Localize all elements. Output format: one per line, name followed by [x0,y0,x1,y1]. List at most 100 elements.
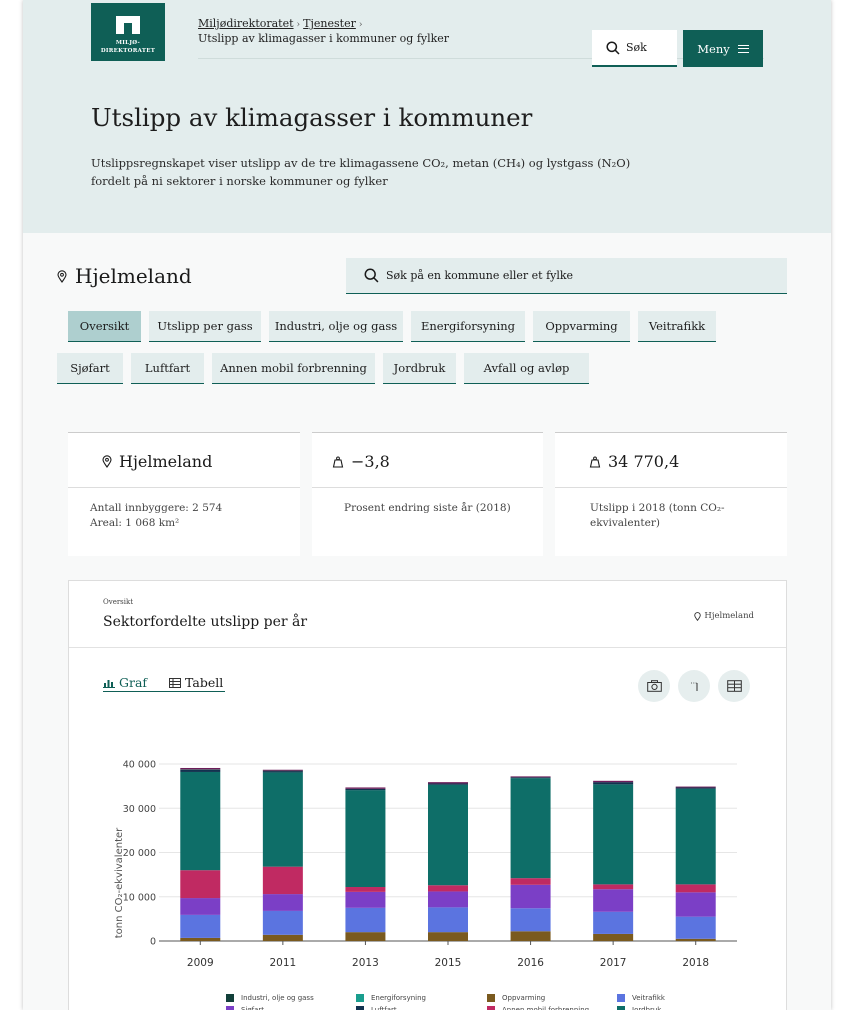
bar-segment[interactable] [428,932,468,941]
legend-item[interactable]: Oppvarming [487,994,545,1002]
bar-segment[interactable] [428,885,468,892]
bar-segment[interactable] [593,884,634,890]
y-axis-title-group: tonn CO₂-ekvivalenter [114,827,125,938]
y-tick-label: 10 000 [123,892,156,903]
bar-segment[interactable] [345,891,386,908]
bar-segment[interactable] [510,776,551,778]
legend-item[interactable]: Energiforsyning [356,994,426,1002]
bar-segment[interactable] [593,889,634,912]
legend-label: Oppvarming [502,994,546,1002]
tab-industri-olje-og-gass[interactable]: Industri, olje og gass [269,311,403,342]
location-pin-icon [102,455,112,468]
bar-segment[interactable] [345,887,386,892]
tab-annen-mobil-forbrenning[interactable]: Annen mobil forbrenning [212,353,375,384]
legend-item[interactable]: Veitrafikk [617,994,665,1002]
menu-button[interactable]: Meny [683,30,763,67]
stat-card-location-name: Hjelmeland [119,452,213,471]
legend-item[interactable]: Sjøfart [226,1006,264,1010]
bar-segment[interactable] [675,787,716,789]
bar-segment[interactable] [675,892,716,917]
bar-segment[interactable] [675,916,716,939]
search-button[interactable]: Søk [592,30,677,67]
bar-segment[interactable] [428,784,468,886]
emissions-value: 34 770,4 [608,452,680,471]
bar-segment[interactable] [345,790,386,888]
chart-panel: Oversikt Sektorfordelte utslipp per år H… [68,580,787,1010]
bar-segment[interactable] [593,782,634,785]
bar-segment[interactable] [180,771,221,871]
bar-segment[interactable] [510,777,551,779]
tab-utslipp-per-gass[interactable]: Utslipp per gass [149,311,261,342]
legend-swatch [487,994,495,1002]
bar-segment[interactable] [262,866,303,895]
bar-segment[interactable] [180,870,221,899]
bar-segment[interactable] [345,788,386,791]
y-tick-label: 0 [150,937,156,948]
tab-sjofart[interactable]: Sjøfart [57,353,123,384]
legend-swatch [487,1006,495,1010]
bar-segment[interactable] [428,907,468,933]
bar-segment[interactable] [510,878,551,885]
bar-segment[interactable] [510,778,551,879]
municipality-search-input[interactable]: Søk på en kommune eller et fylke [346,258,787,294]
legend-item[interactable]: Industri, olje og gass [226,994,314,1002]
bar-segment[interactable] [262,894,303,911]
bar-segment[interactable] [675,884,716,893]
bar-segment[interactable] [262,772,303,867]
bar-segment[interactable] [593,933,634,941]
tab-energiforsyning[interactable]: Energiforsyning [411,311,525,342]
bar-segment[interactable] [510,884,551,909]
bar-segment[interactable] [510,908,551,932]
legend-label: Jordbruk [632,1006,662,1010]
bar-segment[interactable] [262,771,303,773]
bar-segment[interactable] [593,784,634,885]
legend-label: Veitrafikk [632,994,665,1002]
search-button-label: Søk [626,41,647,54]
bar-segment[interactable] [345,787,386,789]
breadcrumb-link-miljodirektoratet[interactable]: Miljødirektoratet [198,17,294,30]
tab-oppvarming[interactable]: Oppvarming [533,311,630,342]
area-text: Areal: 1 068 km² [90,517,180,529]
bar-segment[interactable] [180,767,221,770]
legend-item[interactable]: Luftfart [356,1006,397,1010]
bar-segment[interactable] [345,932,386,941]
y-tick-label: 40 000 [123,760,156,771]
tab-avfall-og-avlop[interactable]: Avfall og avløp [464,353,589,384]
logo-text-line2: DIREKTORATET [100,48,156,54]
bar-segment[interactable] [428,782,468,784]
bar-segment[interactable] [180,937,221,941]
bar-segment[interactable] [262,934,303,941]
page-frame: MILJØ- DIREKTORATET Miljødirektoratet › Tj… [23,0,831,1010]
bar-segment[interactable] [675,788,716,885]
bar-segment[interactable] [428,783,468,785]
breadcrumb-separator-icon: › [296,20,301,30]
tab-jordbruk[interactable]: Jordbruk [383,353,456,384]
bar-segment[interactable] [675,938,716,941]
bar-segment[interactable] [593,911,634,934]
bar-segment[interactable] [593,780,634,783]
stat-card-divider [555,487,787,488]
tab-luftfart[interactable]: Luftfart [131,353,204,384]
bar-segment[interactable] [262,769,303,771]
bar-segment[interactable] [345,907,386,933]
legend-item[interactable]: Jordbruk [617,1006,661,1010]
bar-segment[interactable] [510,931,551,941]
breadcrumb-link-tjenester[interactable]: Tjenester [303,17,356,30]
y-tick-label: 20 000 [123,848,156,859]
logo-mark-icon [116,16,140,34]
legend-swatch [226,1006,234,1010]
bar-segment[interactable] [262,910,303,935]
tab-veitrafikk[interactable]: Veitrafikk [638,311,716,342]
miljodirektoratet-logo[interactable]: MILJØ- DIREKTORATET [91,3,165,61]
chart-canvas: tonn CO₂-ekvivalenter 0 10 000 20 000 30 00… [114,760,737,969]
tab-oversikt[interactable]: Oversikt [68,311,141,342]
bar-segment[interactable] [180,769,221,772]
bar-segment[interactable] [428,891,468,908]
bar-segment[interactable] [180,914,221,938]
legend-item[interactable]: Annen mobil forbrenning [487,1006,589,1010]
bar-segment[interactable] [675,786,716,788]
header-divider [198,58,764,59]
logo-text-line1: MILJØ- [115,40,141,46]
bar-segment[interactable] [180,898,221,915]
legend-label: Luftfart [371,1006,397,1010]
